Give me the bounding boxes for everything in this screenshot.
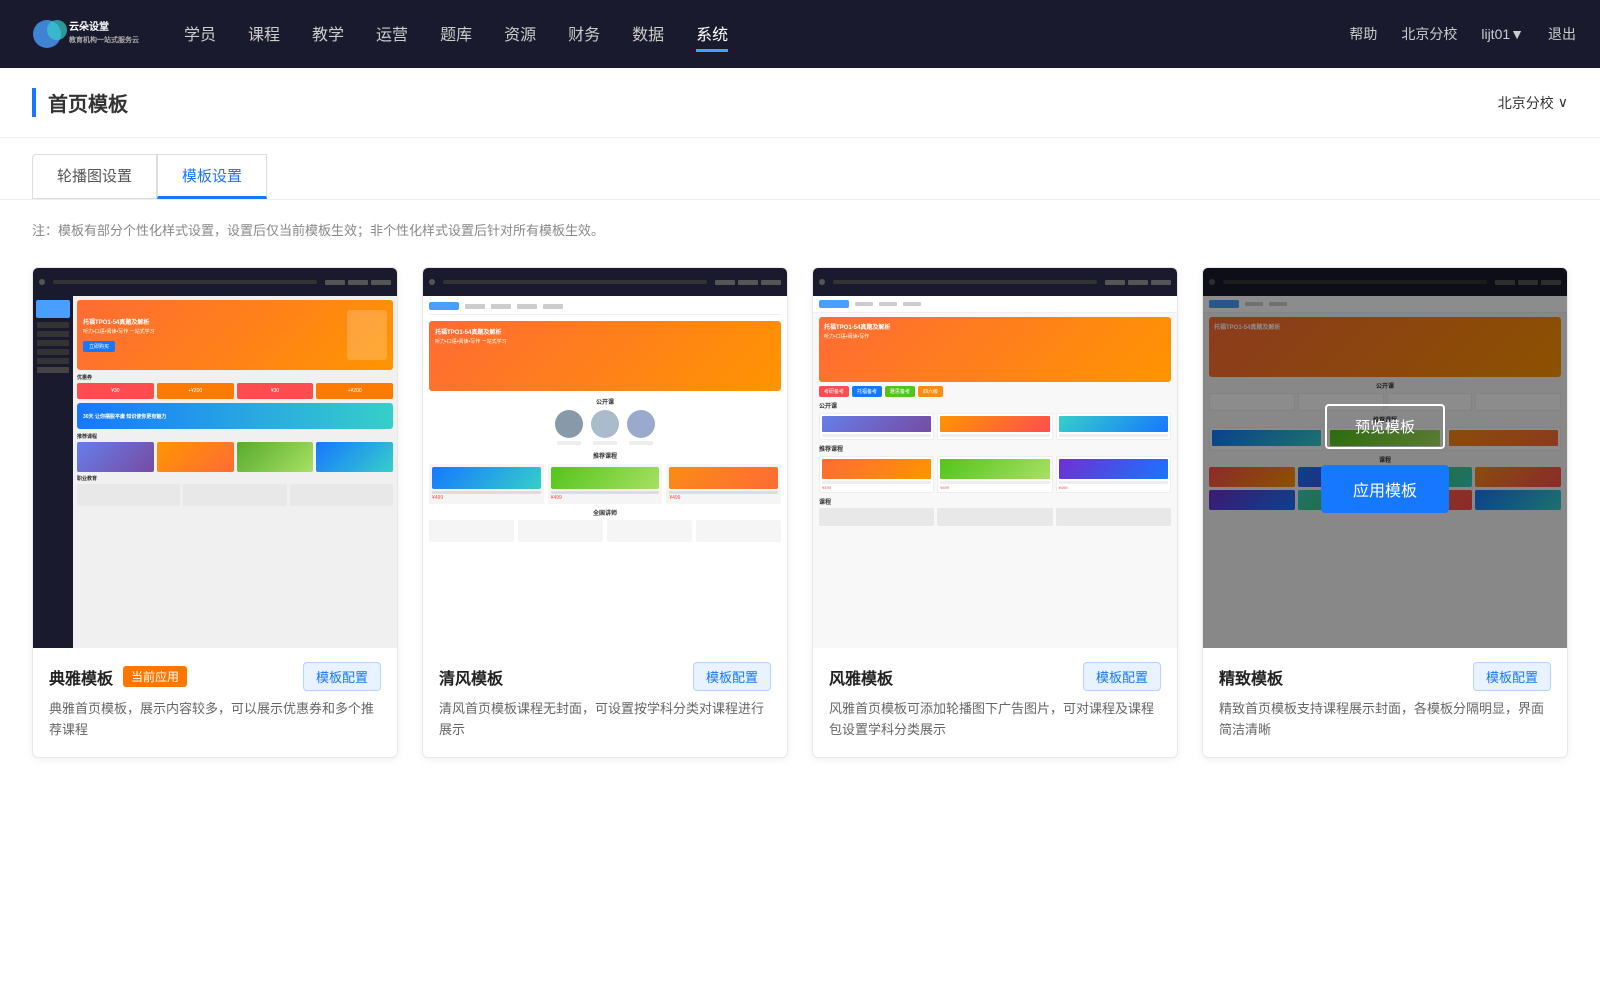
config-button-4[interactable]: 模板配置	[1473, 662, 1551, 691]
template-card-2: 托福TPO1-54真题及解析 听力•口语•阅读•写作 一站式学习 公开课	[422, 267, 788, 758]
templates-grid: 托福TPO1-54真题及解析 听力•口语•阅读•写作 一站式学习 立即购买 优惠…	[0, 259, 1600, 798]
template-info-2: 清风模板 模板配置 清风首页模板课程无封面，可设置按学科分类对课程进行展示	[423, 648, 787, 757]
school-selector[interactable]: 北京分校 ∨	[1498, 93, 1568, 113]
template-desc-3: 风雅首页模板可添加轮播图下广告图片，可对课程及课程包设置学科分类展示	[829, 699, 1161, 741]
template-info-3: 风雅模板 模板配置 风雅首页模板可添加轮播图下广告图片，可对课程及课程包设置学科…	[813, 648, 1177, 757]
nav-item-data[interactable]: 数据	[632, 17, 664, 52]
nav-item-operations[interactable]: 运营	[376, 17, 408, 52]
main-content: 首页模板 北京分校 ∨ 轮播图设置 模板设置 注：模板有部分个性化样式设置，设置…	[0, 68, 1600, 990]
tab-template[interactable]: 模板设置	[157, 154, 267, 199]
nav-item-teaching[interactable]: 教学	[312, 17, 344, 52]
template-card-3: 托福TPO1-54真题及解析 听力•口语•阅读•写作 考研备考 托福备考 雅思备…	[812, 267, 1178, 758]
nav-item-finance[interactable]: 财务	[568, 17, 600, 52]
config-button-3[interactable]: 模板配置	[1083, 662, 1161, 691]
nav-right-area: 帮助 北京分校 lijt01▼ 退出	[1349, 24, 1576, 44]
template-card-1: 托福TPO1-54真题及解析 听力•口语•阅读•写作 一站式学习 立即购买 优惠…	[32, 267, 398, 758]
template-info-1: 典雅模板 当前应用 模板配置 典雅首页模板，展示内容较多，可以展示优惠券和多个推…	[33, 648, 397, 757]
logo-area[interactable]: 云朵设堂 教育机构一站式服务云平台	[24, 12, 144, 56]
nav-item-resources[interactable]: 资源	[504, 17, 536, 52]
apply-button-4[interactable]: 应用模板	[1321, 465, 1449, 513]
logo: 云朵设堂 教育机构一站式服务云平台	[24, 12, 144, 56]
template-card-4: 托福TPO1-54真题及解析 公开课 推荐课程	[1202, 267, 1568, 758]
nav-item-courses[interactable]: 课程	[248, 17, 280, 52]
template-desc-2: 清风首页模板课程无封面，可设置按学科分类对课程进行展示	[439, 699, 771, 741]
config-button-2[interactable]: 模板配置	[693, 662, 771, 691]
user-name[interactable]: lijt01▼	[1481, 26, 1524, 42]
template-preview-4[interactable]: 托福TPO1-54真题及解析 公开课 推荐课程	[1203, 268, 1567, 648]
current-badge-1: 当前应用	[123, 666, 187, 687]
config-button-1[interactable]: 模板配置	[303, 662, 381, 691]
nav-item-students[interactable]: 学员	[184, 17, 216, 52]
logout-link[interactable]: 退出	[1548, 24, 1576, 44]
template-preview-2[interactable]: 托福TPO1-54真题及解析 听力•口语•阅读•写作 一站式学习 公开课	[423, 268, 787, 648]
tabs-container: 轮播图设置 模板设置	[0, 138, 1600, 200]
svg-text:云朵设堂: 云朵设堂	[69, 20, 109, 33]
tab-carousel[interactable]: 轮播图设置	[32, 154, 157, 199]
chevron-down-icon: ∨	[1558, 94, 1568, 111]
template-name-1: 典雅模板	[49, 665, 113, 689]
page-title: 首页模板	[32, 88, 128, 117]
note-text: 注：模板有部分个性化样式设置，设置后仅当前模板生效；非个性化样式设置后针对所有模…	[0, 200, 1600, 259]
template-name-2: 清风模板	[439, 665, 503, 689]
top-navigation: 云朵设堂 教育机构一站式服务云平台 学员 课程 教学 运营 题库 资源 财务 数…	[0, 0, 1600, 68]
template-desc-4: 精致首页模板支持课程展示封面，各模板分隔明显，界面简洁清晰	[1219, 699, 1551, 741]
nav-item-questions[interactable]: 题库	[440, 17, 472, 52]
nav-menu: 学员 课程 教学 运营 题库 资源 财务 数据 系统	[184, 17, 1349, 52]
page-header: 首页模板 北京分校 ∨	[0, 68, 1600, 138]
template-preview-1[interactable]: 托福TPO1-54真题及解析 听力•口语•阅读•写作 一站式学习 立即购买 优惠…	[33, 268, 397, 648]
help-link[interactable]: 帮助	[1349, 24, 1377, 44]
template-name-4: 精致模板	[1219, 665, 1283, 689]
template-name-3: 风雅模板	[829, 665, 893, 689]
template-overlay-4: 预览模板 应用模板	[1203, 268, 1567, 648]
template-desc-1: 典雅首页模板，展示内容较多，可以展示优惠券和多个推荐课程	[49, 699, 381, 741]
template-preview-3[interactable]: 托福TPO1-54真题及解析 听力•口语•阅读•写作 考研备考 托福备考 雅思备…	[813, 268, 1177, 648]
template-info-4: 精致模板 模板配置 精致首页模板支持课程展示封面，各模板分隔明显，界面简洁清晰	[1203, 648, 1567, 757]
school-name[interactable]: 北京分校	[1401, 24, 1457, 44]
svg-text:教育机构一站式服务云平台: 教育机构一站式服务云平台	[68, 35, 139, 44]
nav-item-system[interactable]: 系统	[696, 17, 728, 52]
preview-button-4[interactable]: 预览模板	[1325, 404, 1445, 449]
